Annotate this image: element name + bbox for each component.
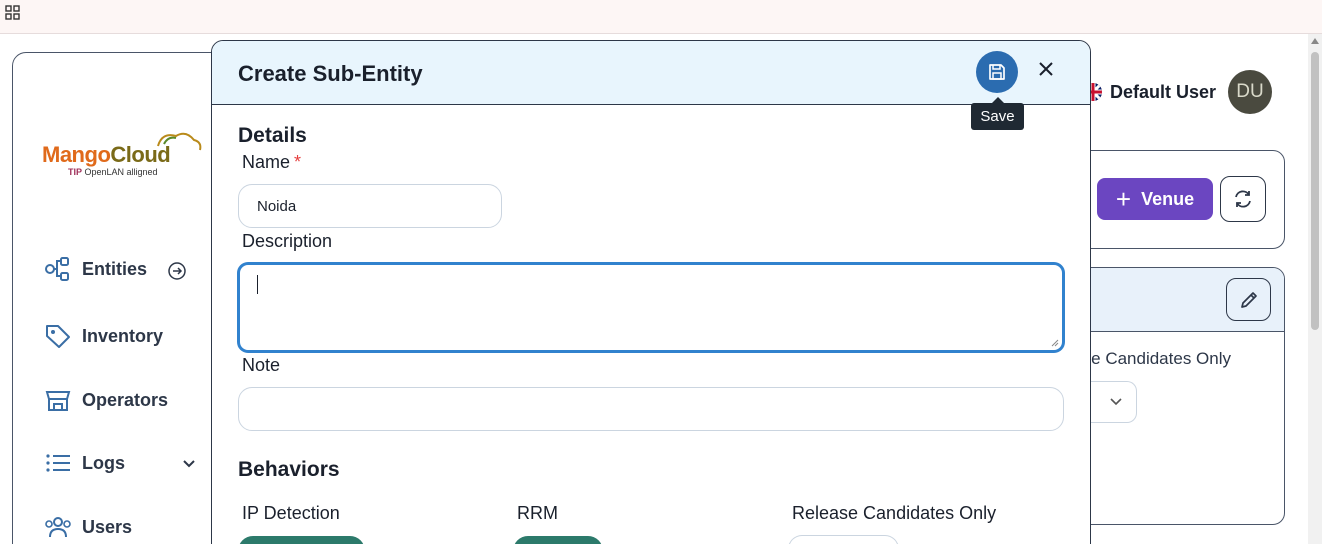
apps-grid-icon[interactable] xyxy=(5,5,21,21)
sidebar-item-label: Logs xyxy=(82,452,125,473)
description-textarea[interactable] xyxy=(238,263,1064,352)
user-menu[interactable]: Default User DU xyxy=(1084,70,1273,114)
scroll-thumb[interactable] xyxy=(1311,52,1319,330)
name-input[interactable]: Noida xyxy=(238,184,502,228)
edit-button[interactable] xyxy=(1226,278,1271,321)
plus-icon: + xyxy=(1115,184,1132,214)
refresh-icon xyxy=(1235,190,1251,208)
ip-detection-label: IP Detection xyxy=(242,503,340,523)
close-icon xyxy=(1039,62,1053,76)
details-section-title: Details xyxy=(238,124,307,147)
chevron-down-icon[interactable] xyxy=(182,457,196,471)
close-button[interactable] xyxy=(1034,57,1058,81)
save-button[interactable] xyxy=(976,51,1018,93)
entities-icon xyxy=(45,257,69,281)
pencil-icon xyxy=(1240,291,1257,308)
ip-detection-select[interactable] xyxy=(238,536,365,544)
logo-tip: TIP xyxy=(68,167,83,177)
required-mark: * xyxy=(294,152,302,172)
logo-subtitle: OpenLAN alligned xyxy=(82,167,158,177)
sidebar-item-label: Operators xyxy=(82,389,169,410)
release-candidates-label: Release Candidates Only xyxy=(792,503,997,523)
sidebar-item-label: Users xyxy=(82,516,133,537)
save-tooltip: Save xyxy=(971,97,1024,130)
description-label: Description xyxy=(242,231,333,251)
page-scrollbar[interactable] xyxy=(1308,34,1322,544)
text-caret xyxy=(257,275,258,294)
modal-header: Create Sub-Entity xyxy=(212,41,1090,105)
create-sub-entity-modal: Create Sub-Entity Details Name * Noida De… xyxy=(211,40,1091,544)
save-icon xyxy=(989,64,1005,80)
release-candidates-bg-label: Release Candidates Only xyxy=(1060,349,1231,368)
sidebar-item-logs[interactable]: Logs xyxy=(44,449,125,477)
tag-icon xyxy=(46,325,70,348)
sidebar-item-label: Inventory xyxy=(82,325,164,346)
note-label: Note xyxy=(242,355,281,375)
chevron-down-icon xyxy=(1110,398,1122,406)
scroll-up-arrow-icon[interactable] xyxy=(1311,38,1319,44)
resize-handle-icon[interactable] xyxy=(1051,339,1059,347)
sidebar-item-inventory[interactable]: Inventory xyxy=(44,322,163,350)
users-icon xyxy=(45,517,71,538)
logo-mango: Mango xyxy=(42,142,111,167)
sidebar-item-label: Entities xyxy=(82,258,148,279)
behaviors-section-title: Behaviors xyxy=(238,458,340,481)
refresh-button[interactable] xyxy=(1220,176,1266,222)
add-venue-label: Venue xyxy=(1141,188,1195,209)
avatar[interactable]: DU xyxy=(1228,70,1273,114)
list-icon xyxy=(46,454,70,472)
release-candidates-select[interactable] xyxy=(788,535,899,544)
arrow-circle-right-icon[interactable] xyxy=(167,261,187,281)
sidebar-item-operators[interactable]: Operators xyxy=(44,386,168,414)
logo-cloud: Cloud xyxy=(110,142,171,167)
note-input[interactable] xyxy=(238,387,1064,431)
sidebar-item-entities[interactable]: Entities xyxy=(44,255,147,283)
name-label-text: Name xyxy=(242,152,291,172)
modal-title: Create Sub-Entity xyxy=(238,61,423,86)
name-label: Name * xyxy=(242,152,301,173)
rrm-label: RRM xyxy=(517,503,558,523)
rrm-select[interactable] xyxy=(513,536,603,544)
add-venue-button[interactable]: + Venue xyxy=(1097,178,1213,220)
user-name: Default User xyxy=(1110,81,1217,102)
store-icon xyxy=(45,391,71,411)
sidebar-item-users[interactable]: Users xyxy=(44,513,132,541)
top-bar xyxy=(0,0,1322,34)
